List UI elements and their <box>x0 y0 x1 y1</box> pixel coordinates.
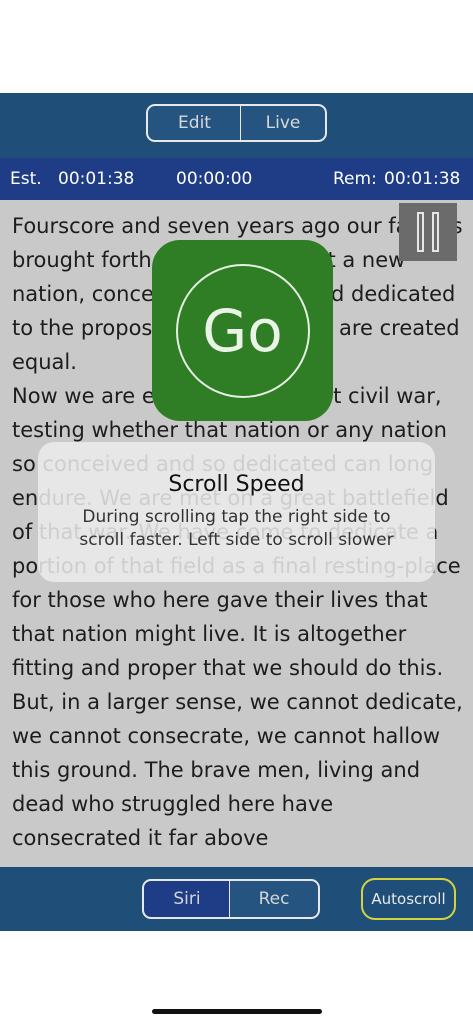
est-time: 00:01:38 <box>58 169 135 189</box>
top-bar: Edit Live <box>0 93 473 158</box>
go-label: Go <box>175 263 310 398</box>
teleprompter-screen: Edit Live Est. 00:01:38 00:00:00 Rem: 00… <box>0 93 473 931</box>
est-label: Est. <box>10 169 42 189</box>
rem-label: Rem: <box>333 169 377 189</box>
pause-icon <box>417 212 424 252</box>
time-bar: Est. 00:01:38 00:00:00 Rem: 00:01:38 <box>0 158 473 200</box>
toast-title: Scroll Speed <box>168 472 305 497</box>
pause-icon <box>432 212 439 252</box>
scroll-speed-toast: Scroll Speed During scrolling tap the ri… <box>38 442 435 582</box>
go-button[interactable]: Go <box>152 240 333 421</box>
bottom-bar: Siri Rec Autoscroll <box>0 867 473 931</box>
pause-button[interactable] <box>399 203 457 261</box>
elapsed-time: 00:00:00 <box>176 169 253 189</box>
home-indicator <box>152 1009 322 1014</box>
rem-time: 00:01:38 <box>384 169 461 189</box>
toast-message: During scrolling tap the right side to s… <box>79 507 394 550</box>
edit-toggle[interactable]: Edit <box>146 104 242 142</box>
autoscroll-button[interactable]: Autoscroll <box>361 878 456 920</box>
script-paragraph: But, in a larger sense, we cannot dedica… <box>12 690 463 850</box>
rec-toggle[interactable]: Rec <box>229 879 320 919</box>
siri-toggle[interactable]: Siri <box>142 879 231 919</box>
live-toggle[interactable]: Live <box>240 104 327 142</box>
